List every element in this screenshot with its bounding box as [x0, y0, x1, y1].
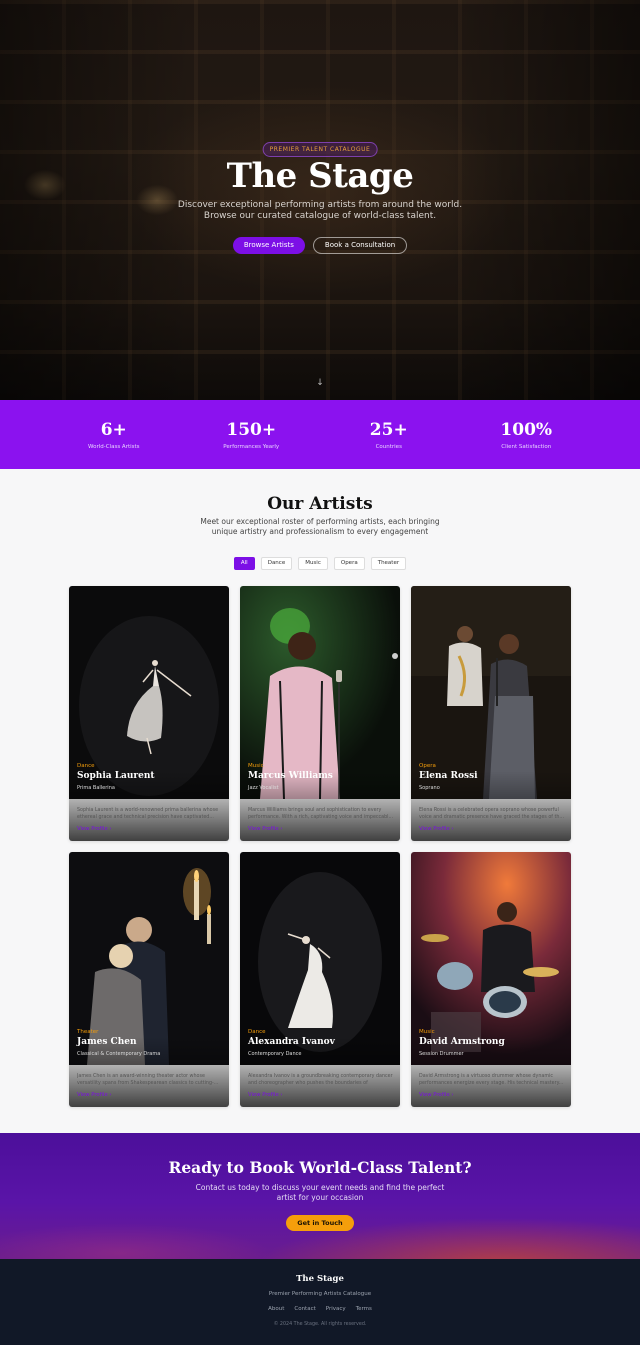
artists-section-subtitle: Meet our exceptional roster of performin…	[0, 517, 640, 537]
category-filters: All Dance Music Opera Theater	[0, 557, 640, 570]
hero-subtitle-line: Discover exceptional performing artists …	[177, 200, 463, 210]
cta-subtitle-line: Contact us today to discuss your event n…	[195, 1183, 445, 1192]
chevron-right-icon: ›	[109, 826, 112, 832]
book-consultation-button[interactable]: Book a Consultation	[312, 237, 408, 254]
hero-subtitle: Discover exceptional performing artists …	[0, 200, 640, 222]
stat-label: Countries	[375, 443, 402, 450]
view-profile-label: View Profile	[77, 1092, 108, 1098]
stat-value: 25+	[369, 419, 408, 440]
hero-badge: PREMIER TALENT CATALOGUE	[262, 142, 378, 157]
footer-link-about[interactable]: About	[268, 1306, 284, 1312]
stat-label: Client Satisfaction	[501, 443, 552, 450]
artist-role: Contemporary Dance	[248, 1051, 302, 1057]
artist-photo	[411, 852, 571, 1065]
view-profile-label: View Profile	[248, 1092, 279, 1098]
artist-description: James Chen is an award-winning theater a…	[77, 1074, 219, 1086]
artist-card[interactable]: Opera Elena Rossi Soprano Elena Rossi is…	[411, 586, 571, 841]
chevron-right-icon: ›	[451, 1092, 454, 1098]
filter-all[interactable]: All	[233, 557, 255, 570]
footer: The Stage Premier Performing Artists Cat…	[0, 1259, 640, 1345]
view-profile-link[interactable]: View Profile ›	[419, 1092, 454, 1098]
artists-subtitle-line: unique artistry and professionalism to e…	[211, 527, 429, 536]
view-profile-label: View Profile	[419, 1092, 450, 1098]
browse-artists-button[interactable]: Browse Artists	[232, 237, 305, 254]
view-profile-link[interactable]: View Profile ›	[248, 826, 283, 832]
hero-section: PREMIER TALENT CATALOGUE The Stage Disco…	[0, 0, 640, 400]
artist-role: Jazz Vocalist	[248, 785, 279, 791]
view-profile-label: View Profile	[77, 826, 108, 832]
artist-role: Soprano	[419, 785, 440, 791]
filter-dance[interactable]: Dance	[260, 557, 293, 570]
stat-item: 100% Client Satisfaction	[466, 420, 586, 450]
stats-band: 6+ World-Class Artists 150+ Performances…	[0, 400, 640, 469]
artist-role: Session Drummer	[419, 1051, 464, 1057]
footer-links: About Contact Privacy Terms	[0, 1306, 640, 1312]
stat-label: Performances Yearly	[223, 443, 280, 450]
view-profile-link[interactable]: View Profile ›	[77, 1092, 112, 1098]
stat-item: 150+ Performances Yearly	[191, 420, 311, 450]
artists-subtitle-line: Meet our exceptional roster of performin…	[200, 517, 440, 526]
chevron-right-icon: ›	[280, 826, 283, 832]
hero-title: The Stage	[226, 156, 414, 196]
artist-photo	[240, 586, 400, 799]
artist-category: Dance	[248, 1029, 266, 1035]
artist-description: Alexandra Ivanov is a groundbreaking con…	[248, 1074, 393, 1086]
hero-buttons: Browse Artists Book a Consultation	[0, 237, 640, 254]
cta-subtitle: Contact us today to discuss your event n…	[0, 1183, 640, 1203]
filter-theater[interactable]: Theater	[370, 557, 407, 570]
artist-name: Alexandra Ivanov	[248, 1037, 335, 1047]
artist-role: Classical & Contemporary Drama	[77, 1051, 161, 1057]
artist-name: David Armstrong	[419, 1037, 505, 1047]
filter-music[interactable]: Music	[298, 557, 328, 570]
arrow-down-icon[interactable]: ↓	[0, 378, 640, 388]
stat-value: 100%	[500, 419, 553, 440]
artists-section-title: Our Artists	[267, 494, 373, 514]
cta-section: Ready to Book World-Class Talent? Contac…	[0, 1133, 640, 1259]
artist-category: Opera	[419, 763, 436, 769]
stat-item: 6+ World-Class Artists	[54, 420, 174, 450]
artist-card[interactable]: Dance Alexandra Ivanov Contemporary Danc…	[240, 852, 400, 1107]
artist-category: Music	[419, 1029, 435, 1035]
artist-description: Elena Rossi is a celebrated opera sopran…	[419, 808, 564, 820]
stat-value: 150+	[226, 419, 277, 440]
stat-value: 6+	[100, 419, 127, 440]
chevron-right-icon: ›	[109, 1092, 112, 1098]
artist-name: Marcus Williams	[248, 771, 333, 781]
stat-label: World-Class Artists	[87, 443, 140, 450]
artist-description: Sophia Laurent is a world-renowned prima…	[77, 808, 219, 820]
hero-subtitle-line: Browse our curated catalogue of world-cl…	[203, 211, 437, 221]
view-profile-label: View Profile	[248, 826, 279, 832]
artist-card[interactable]: Theater James Chen Classical & Contempor…	[69, 852, 229, 1107]
get-in-touch-button[interactable]: Get in Touch	[286, 1215, 354, 1231]
artist-category: Music	[248, 763, 264, 769]
artist-card[interactable]: Music Marcus Williams Jazz Vocalist Marc…	[240, 586, 400, 841]
artist-description: David Armstrong is a virtuoso drummer wh…	[419, 1074, 564, 1086]
view-profile-link[interactable]: View Profile ›	[248, 1092, 283, 1098]
view-profile-link[interactable]: View Profile ›	[419, 826, 454, 832]
cta-subtitle-line: artist for your occasion	[276, 1193, 364, 1202]
artist-name: Sophia Laurent	[77, 771, 155, 781]
filter-opera[interactable]: Opera	[333, 557, 365, 570]
footer-link-privacy[interactable]: Privacy	[326, 1306, 346, 1312]
chevron-right-icon: ›	[280, 1092, 283, 1098]
footer-brand: The Stage	[296, 1274, 344, 1284]
artist-role: Prima Ballerina	[77, 785, 115, 791]
artist-description: Marcus Williams brings soul and sophisti…	[248, 808, 394, 820]
artist-category: Dance	[77, 763, 95, 769]
footer-link-contact[interactable]: Contact	[294, 1306, 315, 1312]
artist-category: Theater	[77, 1029, 99, 1035]
stat-item: 25+ Countries	[329, 420, 449, 450]
artist-card[interactable]: Dance Sophia Laurent Prima Ballerina Sop…	[69, 586, 229, 841]
view-profile-link[interactable]: View Profile ›	[77, 826, 112, 832]
footer-tagline: Premier Performing Artists Catalogue	[268, 1291, 372, 1297]
artist-name: Elena Rossi	[419, 771, 478, 781]
cta-title: Ready to Book World-Class Talent?	[168, 1158, 472, 1177]
artist-card[interactable]: Music David Armstrong Session Drummer Da…	[411, 852, 571, 1107]
artist-name: James Chen	[77, 1037, 137, 1047]
footer-link-terms[interactable]: Terms	[356, 1306, 372, 1312]
view-profile-label: View Profile	[419, 826, 450, 832]
footer-copyright: © 2024 The Stage. All rights reserved.	[273, 1322, 367, 1327]
chevron-right-icon: ›	[451, 826, 454, 832]
